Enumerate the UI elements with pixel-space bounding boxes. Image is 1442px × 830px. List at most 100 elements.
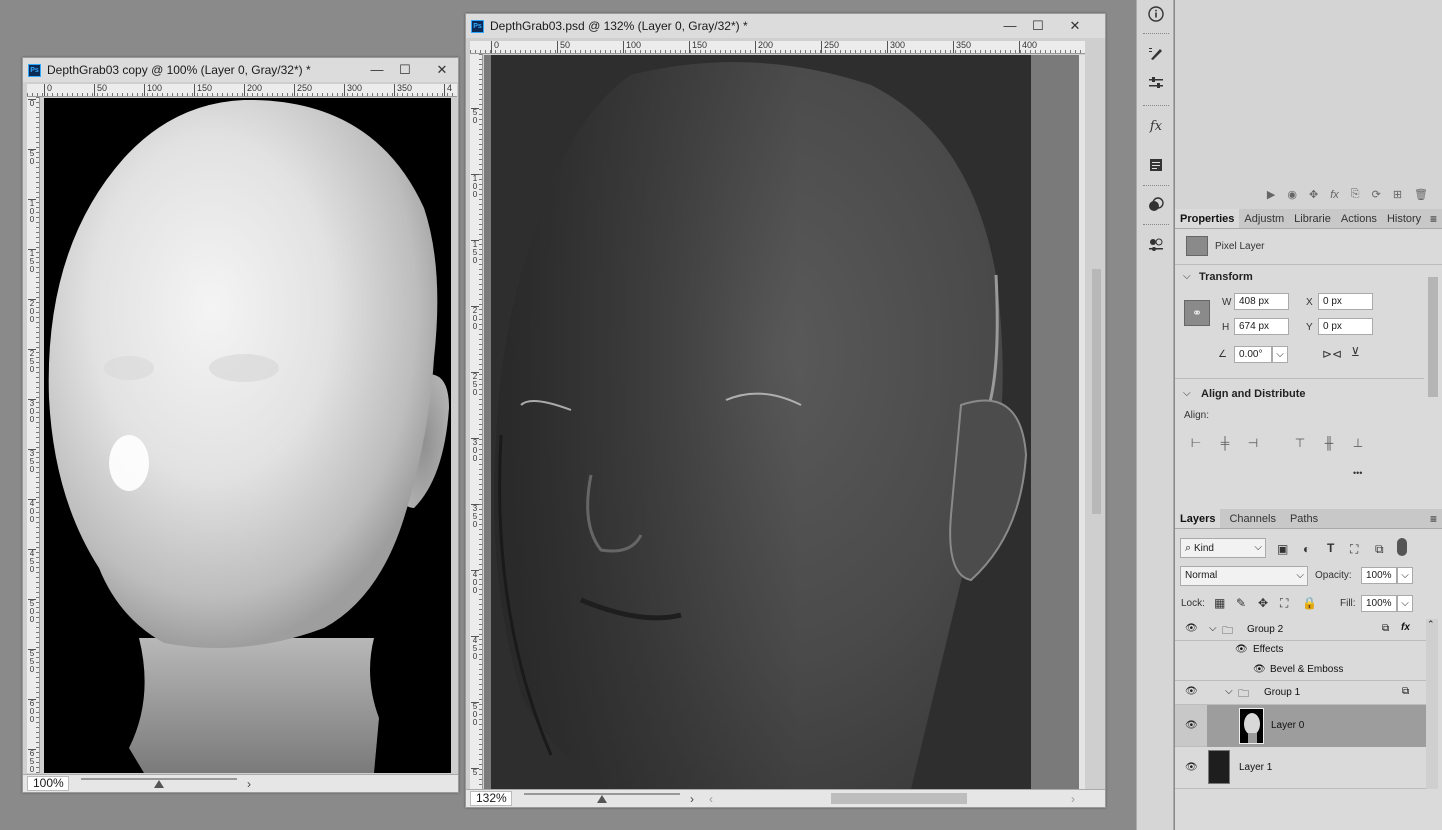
layer-row-group-2[interactable]: 👁 ⌵ 🗀 Group 2 ⧉ fx [1175, 619, 1426, 641]
height-field[interactable]: 674 px [1234, 318, 1289, 335]
tab-adjustments[interactable]: Adjustm [1239, 209, 1289, 228]
vertical-scrollbar[interactable] [1079, 55, 1085, 789]
info-icon[interactable] [1145, 3, 1167, 25]
maximize-button[interactable]: ☐ [1023, 14, 1053, 38]
layer-name[interactable]: Group 2 [1247, 624, 1283, 635]
canvas-depth-map[interactable] [44, 98, 451, 773]
filter-pixel-icon[interactable]: ▣ [1277, 542, 1288, 556]
fx-icon[interactable]: fx [1145, 115, 1167, 137]
lock-transparent-icon[interactable]: ▦ [1214, 596, 1225, 610]
flip-horizontal-icon[interactable]: ⊳⊲ [1322, 347, 1342, 361]
notes-icon[interactable] [1145, 154, 1167, 176]
tab-libraries[interactable]: Librarie [1289, 209, 1336, 228]
scrollbar-thumb-horizontal[interactable] [831, 793, 967, 804]
lock-artboard-icon[interactable]: ⛶ [1280, 596, 1288, 611]
eye-icon[interactable]: ◉ [1287, 188, 1297, 201]
lock-image-icon[interactable]: ✎ [1236, 596, 1246, 610]
more-options-icon[interactable]: ••• [1353, 468, 1362, 478]
chevron-down-icon[interactable]: ⌵ [1183, 271, 1191, 282]
layer-row-group-1[interactable]: 👁 ⌵ 🗀 Group 1 ⧉ [1175, 681, 1426, 705]
fill-field[interactable]: 100% [1361, 595, 1397, 612]
move-icon[interactable]: ✥ [1309, 188, 1318, 201]
horizontal-ruler[interactable]: 0 50 100 150 200 250 300 350 4 [27, 84, 457, 97]
horizontal-ruler[interactable]: 0 50 100 150 200 250 300 350 400 [470, 41, 1085, 54]
blend-mode-select[interactable]: Normal ⌵ [1180, 566, 1308, 586]
layer-name[interactable]: Bevel & Emboss [1270, 664, 1343, 675]
x-field[interactable]: 0 px [1318, 293, 1373, 310]
adjustment-sliders-icon[interactable] [1145, 72, 1167, 94]
align-bottom-icon[interactable]: ⊥ [1351, 436, 1365, 450]
tab-layers[interactable]: Layers [1175, 509, 1221, 528]
title-bar[interactable]: Ps DepthGrab03.psd @ 132% (Layer 0, Gray… [466, 14, 1105, 38]
y-field[interactable]: 0 px [1318, 318, 1373, 335]
fx-icon[interactable]: fx [1401, 622, 1410, 633]
lock-all-icon[interactable]: 🔒 [1302, 596, 1317, 610]
filter-adjustment-icon[interactable]: ◐ [1303, 542, 1310, 556]
tab-actions[interactable]: Actions [1336, 209, 1382, 228]
refresh-icon[interactable]: ⟳ [1372, 188, 1381, 201]
flip-vertical-icon[interactable]: ⊻ [1351, 345, 1360, 359]
align-right-icon[interactable]: ⊣ [1246, 436, 1260, 450]
align-horizontal-center-icon[interactable]: ╪ [1218, 436, 1232, 450]
vertical-ruler[interactable]: 50 100 150 200 250 300 350 400 450 500 5 [470, 54, 483, 789]
brush-settings-icon[interactable] [1145, 43, 1167, 65]
align-left-icon[interactable]: ⊢ [1189, 436, 1203, 450]
align-top-icon[interactable]: ⊤ [1293, 436, 1307, 450]
document-window-left[interactable]: Ps DepthGrab03 copy @ 100% (Layer 0, Gra… [22, 57, 459, 793]
align-vertical-center-icon[interactable]: ╫ [1322, 436, 1336, 450]
scroll-left-icon[interactable]: ‹ [709, 792, 713, 806]
eye-icon[interactable]: 👁 [1235, 644, 1248, 655]
eye-icon[interactable]: 👁 [1185, 720, 1198, 731]
layer-row-layer-1[interactable]: 👁 Layer 1 [1175, 747, 1426, 789]
tab-properties[interactable]: Properties [1175, 209, 1240, 228]
chevron-down-icon[interactable]: ⌵ [1209, 623, 1217, 634]
filter-toggle[interactable] [1397, 538, 1407, 556]
layer-row-bevel-emboss[interactable]: 👁 Bevel & Emboss [1175, 661, 1426, 681]
transform-header[interactable]: Transform [1199, 271, 1253, 283]
zoom-field[interactable]: 132% [470, 791, 512, 806]
chevron-down-icon[interactable]: ⌵ [1225, 686, 1233, 697]
canvas-embossed-head[interactable] [484, 55, 1085, 789]
opacity-dropdown[interactable]: ⌵ [1397, 567, 1413, 584]
panel-menu-icon[interactable]: ≡ [1430, 212, 1437, 226]
panel-scrollbar[interactable] [1428, 277, 1438, 397]
opacity-field[interactable]: 100% [1361, 567, 1397, 584]
layer-name[interactable]: Effects [1253, 644, 1283, 655]
eye-icon[interactable]: 👁 [1253, 664, 1266, 675]
vertical-ruler[interactable]: 0 50 100 150 200 250 300 350 400 450 500 550 600 650 [27, 97, 40, 773]
tab-channels[interactable]: Channels [1224, 509, 1280, 528]
tab-paths[interactable]: Paths [1285, 509, 1323, 528]
eye-icon[interactable]: 👁 [1185, 623, 1198, 634]
align-header[interactable]: Align and Distribute [1201, 388, 1306, 400]
angle-dropdown[interactable]: ⌵ [1272, 346, 1288, 363]
lock-position-icon[interactable]: ✥ [1258, 596, 1268, 610]
filter-kind-select[interactable]: ⌕ Kind ⌵ [1180, 538, 1266, 558]
filter-type-icon[interactable]: T [1327, 541, 1334, 555]
fx-icon[interactable]: fx [1330, 189, 1339, 201]
blend-icon[interactable] [1145, 194, 1167, 216]
eye-icon[interactable]: 👁 [1185, 762, 1198, 773]
layer-name[interactable]: Layer 1 [1239, 762, 1272, 773]
layer-row-layer-0[interactable]: 👁 Layer 0 [1175, 705, 1426, 747]
zoom-slider-knob[interactable] [154, 780, 164, 788]
title-bar[interactable]: Ps DepthGrab03 copy @ 100% (Layer 0, Gra… [23, 58, 458, 82]
zoom-field[interactable]: 100% [27, 776, 69, 791]
new-icon[interactable]: ⊞ [1393, 188, 1402, 201]
angle-field[interactable]: 0.00° [1234, 346, 1272, 363]
layer-row-effects[interactable]: 👁 Effects [1175, 641, 1426, 661]
minimize-button[interactable]: — [362, 58, 392, 82]
scrollbar-thumb-vertical[interactable] [1092, 269, 1101, 514]
scroll-right-icon[interactable]: › [247, 777, 251, 791]
play-icon[interactable]: ▶ [1267, 188, 1275, 201]
export-icon[interactable]: ⎘ [1351, 188, 1360, 201]
link-icon[interactable]: ⚭ [1184, 300, 1210, 326]
filter-smart-object-icon[interactable]: ⧉ [1375, 542, 1384, 557]
properties-icon[interactable] [1145, 234, 1167, 256]
zoom-slider-knob[interactable] [597, 795, 607, 803]
close-button[interactable]: ✕ [1060, 14, 1090, 38]
scroll-right-end-icon[interactable]: › [1071, 792, 1075, 806]
eye-icon[interactable]: 👁 [1185, 686, 1198, 697]
minimize-button[interactable]: — [995, 14, 1025, 38]
layer-name[interactable]: Layer 0 [1271, 720, 1304, 731]
width-field[interactable]: 408 px [1234, 293, 1289, 310]
